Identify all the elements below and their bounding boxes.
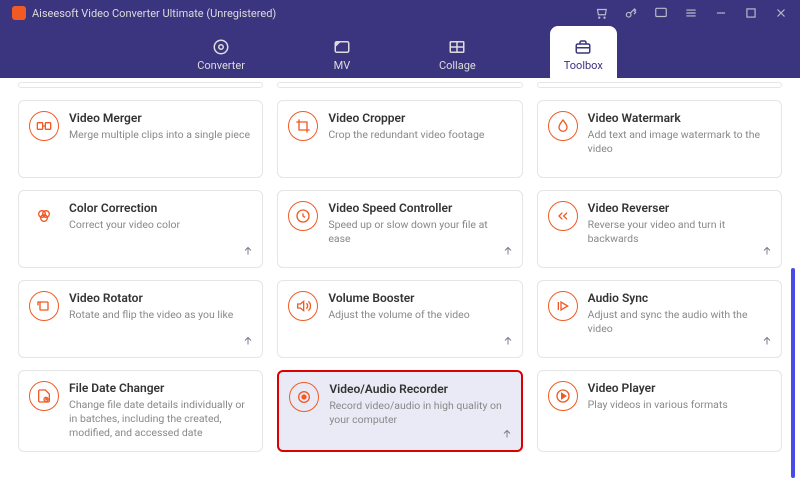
tool-title: File Date Changer: [69, 381, 250, 395]
maximize-button[interactable]: [744, 6, 758, 20]
tool-grid: Video Merger Merge multiple clips into a…: [18, 82, 782, 452]
tool-title: Video Player: [588, 381, 769, 395]
tool-card-partial[interactable]: [537, 82, 782, 88]
tool-card-video-watermark[interactable]: Video Watermark Add text and image water…: [537, 100, 782, 178]
tool-title: Video Merger: [69, 111, 250, 125]
pin-icon[interactable]: [501, 425, 513, 444]
app-logo: [12, 6, 26, 20]
tool-title: Volume Booster: [328, 291, 509, 305]
tool-title: Video Watermark: [588, 111, 769, 125]
sync-icon: [548, 291, 578, 321]
tab-label: Toolbox: [564, 59, 603, 72]
tool-desc: Speed up or slow down your file at ease: [328, 218, 509, 246]
scrollbar-thumb[interactable]: [791, 268, 795, 478]
tool-desc: Play videos in various formats: [588, 398, 769, 412]
pin-icon[interactable]: [761, 332, 773, 351]
minimize-button[interactable]: [714, 6, 728, 20]
tool-card-file-date-changer[interactable]: File Date Changer Change file date detai…: [18, 370, 263, 452]
pin-icon[interactable]: [242, 332, 254, 351]
color-icon: [29, 201, 59, 231]
tool-card-color-correction[interactable]: Color Correction Correct your video colo…: [18, 190, 263, 268]
rotate-icon: [29, 291, 59, 321]
tool-card-volume-booster[interactable]: Volume Booster Adjust the volume of the …: [277, 280, 522, 358]
feedback-icon[interactable]: [654, 6, 668, 20]
date-icon: [29, 381, 59, 411]
key-icon[interactable]: [624, 6, 638, 20]
tool-title: Video Reverser: [588, 201, 769, 215]
tab-converter[interactable]: Converter: [183, 26, 259, 78]
tool-desc: Correct your video color: [69, 218, 250, 232]
tab-mv[interactable]: MV: [319, 26, 365, 78]
tool-title: Video/Audio Recorder: [329, 382, 508, 396]
tool-card-video-merger[interactable]: Video Merger Merge multiple clips into a…: [18, 100, 263, 178]
tool-card-video-reverser[interactable]: Video Reverser Reverse your video and tu…: [537, 190, 782, 268]
title-bar: Aiseesoft Video Converter Ultimate (Unre…: [0, 0, 800, 26]
pin-icon[interactable]: [502, 242, 514, 261]
system-tray: [594, 6, 788, 20]
tool-desc: Record video/audio in high quality on yo…: [329, 399, 508, 427]
tool-card-video-speed-controller[interactable]: Video Speed Controller Speed up or slow …: [277, 190, 522, 268]
pin-icon[interactable]: [242, 242, 254, 261]
tool-card-video-player[interactable]: Video Player Play videos in various form…: [537, 370, 782, 452]
toolbox-panel: Video Merger Merge multiple clips into a…: [0, 78, 800, 501]
tool-card-partial[interactable]: [277, 82, 522, 88]
tool-desc: Crop the redundant video footage: [328, 128, 509, 142]
tool-desc: Add text and image watermark to the vide…: [588, 128, 769, 156]
tool-desc: Adjust the volume of the video: [328, 308, 509, 322]
main-tabs: Converter MV Collage Toolbox: [0, 26, 800, 78]
tab-label: Collage: [439, 59, 476, 72]
volume-icon: [288, 291, 318, 321]
record-icon: [289, 382, 319, 412]
tool-card-partial[interactable]: [18, 82, 263, 88]
tool-desc: Rotate and flip the video as you like: [69, 308, 250, 322]
crop-icon: [288, 111, 318, 141]
tab-collage[interactable]: Collage: [425, 26, 490, 78]
tab-label: Converter: [197, 59, 245, 72]
tool-card-video-audio-recorder[interactable]: Video/Audio Recorder Record video/audio …: [277, 370, 522, 452]
tool-title: Video Cropper: [328, 111, 509, 125]
speed-icon: [288, 201, 318, 231]
tool-title: Video Rotator: [69, 291, 250, 305]
tool-card-video-cropper[interactable]: Video Cropper Crop the redundant video f…: [277, 100, 522, 178]
tool-card-video-rotator[interactable]: Video Rotator Rotate and flip the video …: [18, 280, 263, 358]
tool-title: Color Correction: [69, 201, 250, 215]
window-title: Aiseesoft Video Converter Ultimate (Unre…: [32, 7, 594, 20]
tab-label: MV: [334, 59, 351, 72]
tool-desc: Change file date details individually or…: [69, 398, 250, 441]
reverse-icon: [548, 201, 578, 231]
pin-icon[interactable]: [502, 332, 514, 351]
tool-desc: Reverse your video and turn it backwards: [588, 218, 769, 246]
cart-icon[interactable]: [594, 6, 608, 20]
close-button[interactable]: [774, 6, 788, 20]
tool-desc: Merge multiple clips into a single piece: [69, 128, 250, 142]
tool-title: Audio Sync: [588, 291, 769, 305]
pin-icon[interactable]: [761, 242, 773, 261]
tool-desc: Adjust and sync the audio with the video: [588, 308, 769, 336]
tool-card-audio-sync[interactable]: Audio Sync Adjust and sync the audio wit…: [537, 280, 782, 358]
play-icon: [548, 381, 578, 411]
merger-icon: [29, 111, 59, 141]
tab-toolbox[interactable]: Toolbox: [550, 26, 617, 78]
menu-icon[interactable]: [684, 6, 698, 20]
tool-title: Video Speed Controller: [328, 201, 509, 215]
watermark-icon: [548, 111, 578, 141]
